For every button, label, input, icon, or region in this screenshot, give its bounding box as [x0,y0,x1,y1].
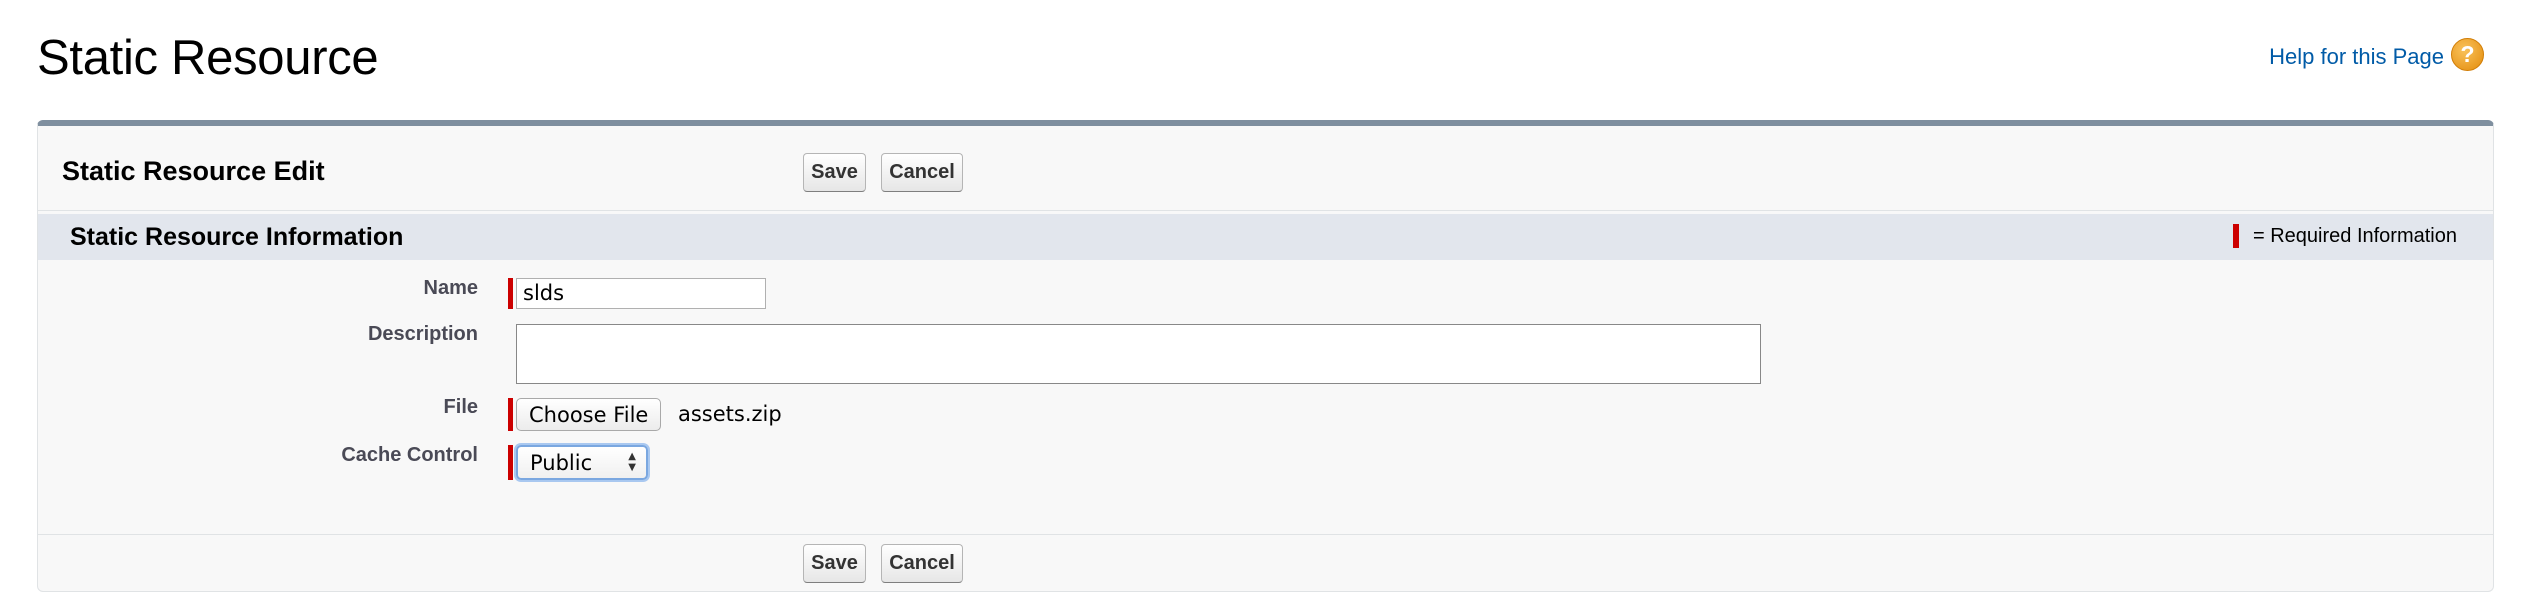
panel-footer-divider [38,534,2493,535]
section-title: Static Resource Information [70,223,404,251]
cache-control-label: Cache Control [341,444,478,466]
name-input[interactable]: slds [516,278,766,309]
cache-control-selected: Public [530,450,593,475]
description-textarea[interactable] [516,324,1761,384]
chevron-updown-icon: ▲ ▼ [628,451,636,473]
page-title: Static Resource [37,31,379,85]
footer-save-button[interactable]: Save [803,544,866,583]
file-name: assets.zip [678,402,782,426]
panel-title: Static Resource Edit [62,156,325,186]
help-icon[interactable]: ? [2451,38,2484,71]
choose-file-button[interactable]: Choose File [516,398,662,431]
edit-panel: Static Resource Edit Save Cancel Static … [37,120,2494,592]
panel-header: Static Resource Edit Save Cancel [38,126,2493,211]
required-legend-text: = Required Information [2252,224,2457,247]
required-marker-icon [2232,224,2239,248]
required-legend: = Required Information [2232,224,2457,248]
file-label: File [443,396,478,418]
file-required-marker [508,398,513,431]
help-link[interactable]: Help for this Page [2269,44,2444,70]
section-header: Static Resource Information = Required I… [38,214,2493,260]
cache-control-select[interactable]: Public ▲ ▼ [516,445,648,480]
footer-cancel-button[interactable]: Cancel [881,544,963,583]
name-label: Name [423,277,478,299]
cache-control-required-marker [508,445,513,480]
cancel-button[interactable]: Cancel [881,153,963,192]
save-button[interactable]: Save [803,153,866,192]
description-label: Description [367,323,478,345]
name-required-marker [508,278,513,309]
